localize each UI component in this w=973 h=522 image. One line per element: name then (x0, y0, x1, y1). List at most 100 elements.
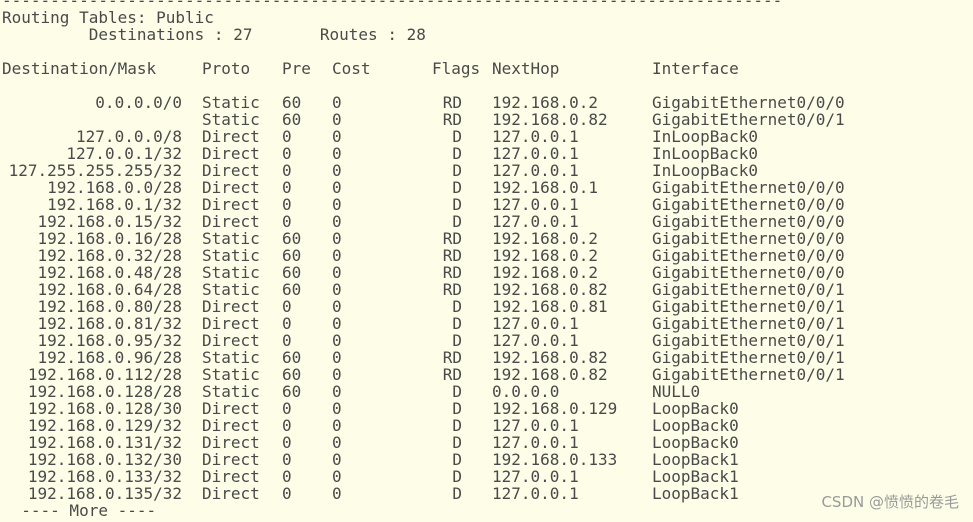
route-flags: D (452, 144, 462, 163)
route-nexthop: 127.0.0.1 (492, 314, 579, 333)
table-row: 192.168.0.132/30 Direct 0 0 D 192.168.0.133 Lo… (0, 451, 973, 468)
route-pre: 0 (282, 331, 292, 350)
route-interface: GigabitEthernet0/0/0 (652, 246, 845, 265)
table-row: 192.168.0.128/30 Direct 0 0 D 192.168.0.129 Lo… (0, 400, 973, 417)
terminal-output: ----------------------------------------… (0, 0, 973, 522)
table-row: 127.0.0.1/32 Direct 0 0 D 127.0.0.1 InLoopBack… (0, 145, 973, 162)
route-interface: InLoopBack0 (652, 144, 758, 163)
route-proto: Static (202, 348, 260, 367)
table-row: 192.168.0.0/28 Direct 0 0 D 192.168.0.1 Gigabi… (0, 179, 973, 196)
route-proto: Direct (202, 144, 260, 163)
route-pre: 0 (282, 212, 292, 231)
route-flags: RD (442, 229, 462, 248)
route-cost: 0 (332, 365, 342, 384)
route-interface: LoopBack0 (652, 433, 739, 452)
table-row: 192.168.0.95/32 Direct 0 0 D 127.0.0.1 Gigabit… (0, 332, 973, 349)
route-destination: 192.168.0.80/28 (37, 297, 183, 316)
route-proto: Static (202, 365, 260, 384)
table-row: 192.168.0.81/32 Direct 0 0 D 127.0.0.1 Gigabit… (0, 315, 973, 332)
route-pre: 60 (282, 246, 302, 265)
route-interface: LoopBack1 (652, 467, 739, 486)
route-interface: GigabitEthernet0/0/0 (652, 178, 845, 197)
route-cost: 0 (332, 212, 342, 231)
route-cost: 0 (332, 399, 342, 418)
more-prompt[interactable]: ---- More ---- (2, 502, 156, 519)
route-cost: 0 (332, 161, 342, 180)
route-proto: Static (202, 246, 260, 265)
route-interface: InLoopBack0 (652, 161, 758, 180)
header-pre: Pre (282, 59, 311, 78)
route-pre: 0 (282, 127, 292, 146)
route-pre: 0 (282, 484, 292, 503)
route-destination: 192.168.0.1/32 (47, 195, 182, 214)
table-row: 192.168.0.80/28 Direct 0 0 D 192.168.0.81 Giga… (0, 298, 973, 315)
route-cost: 0 (332, 297, 342, 316)
table-row: 192.168.0.131/32 Direct 0 0 D 127.0.0.1 LoopBa… (0, 434, 973, 451)
route-destination: 127.255.255.255/32 (8, 161, 182, 180)
route-cost: 0 (332, 314, 342, 333)
route-flags: RD (442, 110, 462, 129)
route-interface: LoopBack0 (652, 416, 739, 435)
route-nexthop: 192.168.0.2 (492, 246, 598, 265)
route-pre: 60 (282, 280, 302, 299)
route-cost: 0 (332, 246, 342, 265)
route-destination: 0.0.0.0/0 (95, 93, 182, 112)
route-cost: 0 (332, 263, 342, 282)
route-destination: 192.168.0.128/30 (27, 399, 182, 418)
table-row: 192.168.0.16/28 Static 60 0 RD 192.168.0.2 Gig… (0, 230, 973, 247)
route-destination: 192.168.0.135/32 (27, 484, 182, 503)
route-flags: D (452, 450, 462, 469)
route-nexthop: 127.0.0.1 (492, 212, 579, 231)
header-nexthop: NextHop (492, 59, 560, 78)
route-destination: 192.168.0.131/32 (27, 433, 182, 452)
route-pre: 0 (282, 144, 292, 163)
csdn-watermark: CSDN @愤愤的卷毛 (821, 493, 959, 511)
route-destination: 192.168.0.32/28 (37, 246, 183, 265)
route-proto: Direct (202, 212, 260, 231)
route-flags: D (452, 314, 462, 333)
route-destination: 192.168.0.112/28 (27, 365, 182, 384)
route-flags: D (452, 484, 462, 503)
route-nexthop: 192.168.0.133 (492, 450, 618, 469)
route-interface: GigabitEthernet0/0/1 (652, 348, 845, 367)
route-interface: GigabitEthernet0/0/0 (652, 93, 845, 112)
route-destination: 192.168.0.96/28 (37, 348, 183, 367)
route-interface: GigabitEthernet0/0/0 (652, 195, 845, 214)
route-nexthop: 127.0.0.1 (492, 433, 579, 452)
route-flags: D (452, 212, 462, 231)
route-pre: 60 (282, 93, 302, 112)
route-cost: 0 (332, 348, 342, 367)
route-proto: Static (202, 110, 260, 129)
route-destination: 192.168.0.15/32 (37, 212, 183, 231)
route-destination: 127.0.0.0/8 (76, 127, 182, 146)
route-nexthop: 192.168.0.82 (492, 365, 608, 384)
route-nexthop: 192.168.0.82 (492, 348, 608, 367)
route-nexthop: 192.168.0.2 (492, 263, 598, 282)
route-cost: 0 (332, 450, 342, 469)
route-nexthop: 127.0.0.1 (492, 484, 579, 503)
route-proto: Direct (202, 178, 260, 197)
route-cost: 0 (332, 127, 342, 146)
route-pre: 0 (282, 467, 292, 486)
header-destination: Destination/Mask (2, 59, 157, 78)
route-pre: 60 (282, 229, 302, 248)
route-pre: 0 (282, 416, 292, 435)
table-row: 127.255.255.255/32 Direct 0 0 D 127.0.0.1 InLo… (0, 162, 973, 179)
route-nexthop: 192.168.0.129 (492, 399, 618, 418)
route-nexthop: 192.168.0.82 (492, 110, 608, 129)
route-destination: 192.168.0.132/30 (27, 450, 182, 469)
route-destination: 192.168.0.64/28 (37, 280, 183, 299)
route-cost: 0 (332, 484, 342, 503)
table-row: 192.168.0.1/32 Direct 0 0 D 127.0.0.1 GigabitE… (0, 196, 973, 213)
route-proto: Static (202, 280, 260, 299)
route-destination: 192.168.0.0/28 (47, 178, 182, 197)
route-pre: 60 (282, 348, 302, 367)
table-row: 192.168.0.112/28 Static 60 0 RD 192.168.0.82 G… (0, 366, 973, 383)
route-destination: 192.168.0.95/32 (37, 331, 183, 350)
route-interface: GigabitEthernet0/0/1 (652, 331, 845, 350)
route-interface: NULL0 (652, 382, 701, 401)
route-nexthop: 127.0.0.1 (492, 331, 579, 350)
route-cost: 0 (332, 178, 342, 197)
route-cost: 0 (332, 416, 342, 435)
route-flags: D (452, 297, 462, 316)
